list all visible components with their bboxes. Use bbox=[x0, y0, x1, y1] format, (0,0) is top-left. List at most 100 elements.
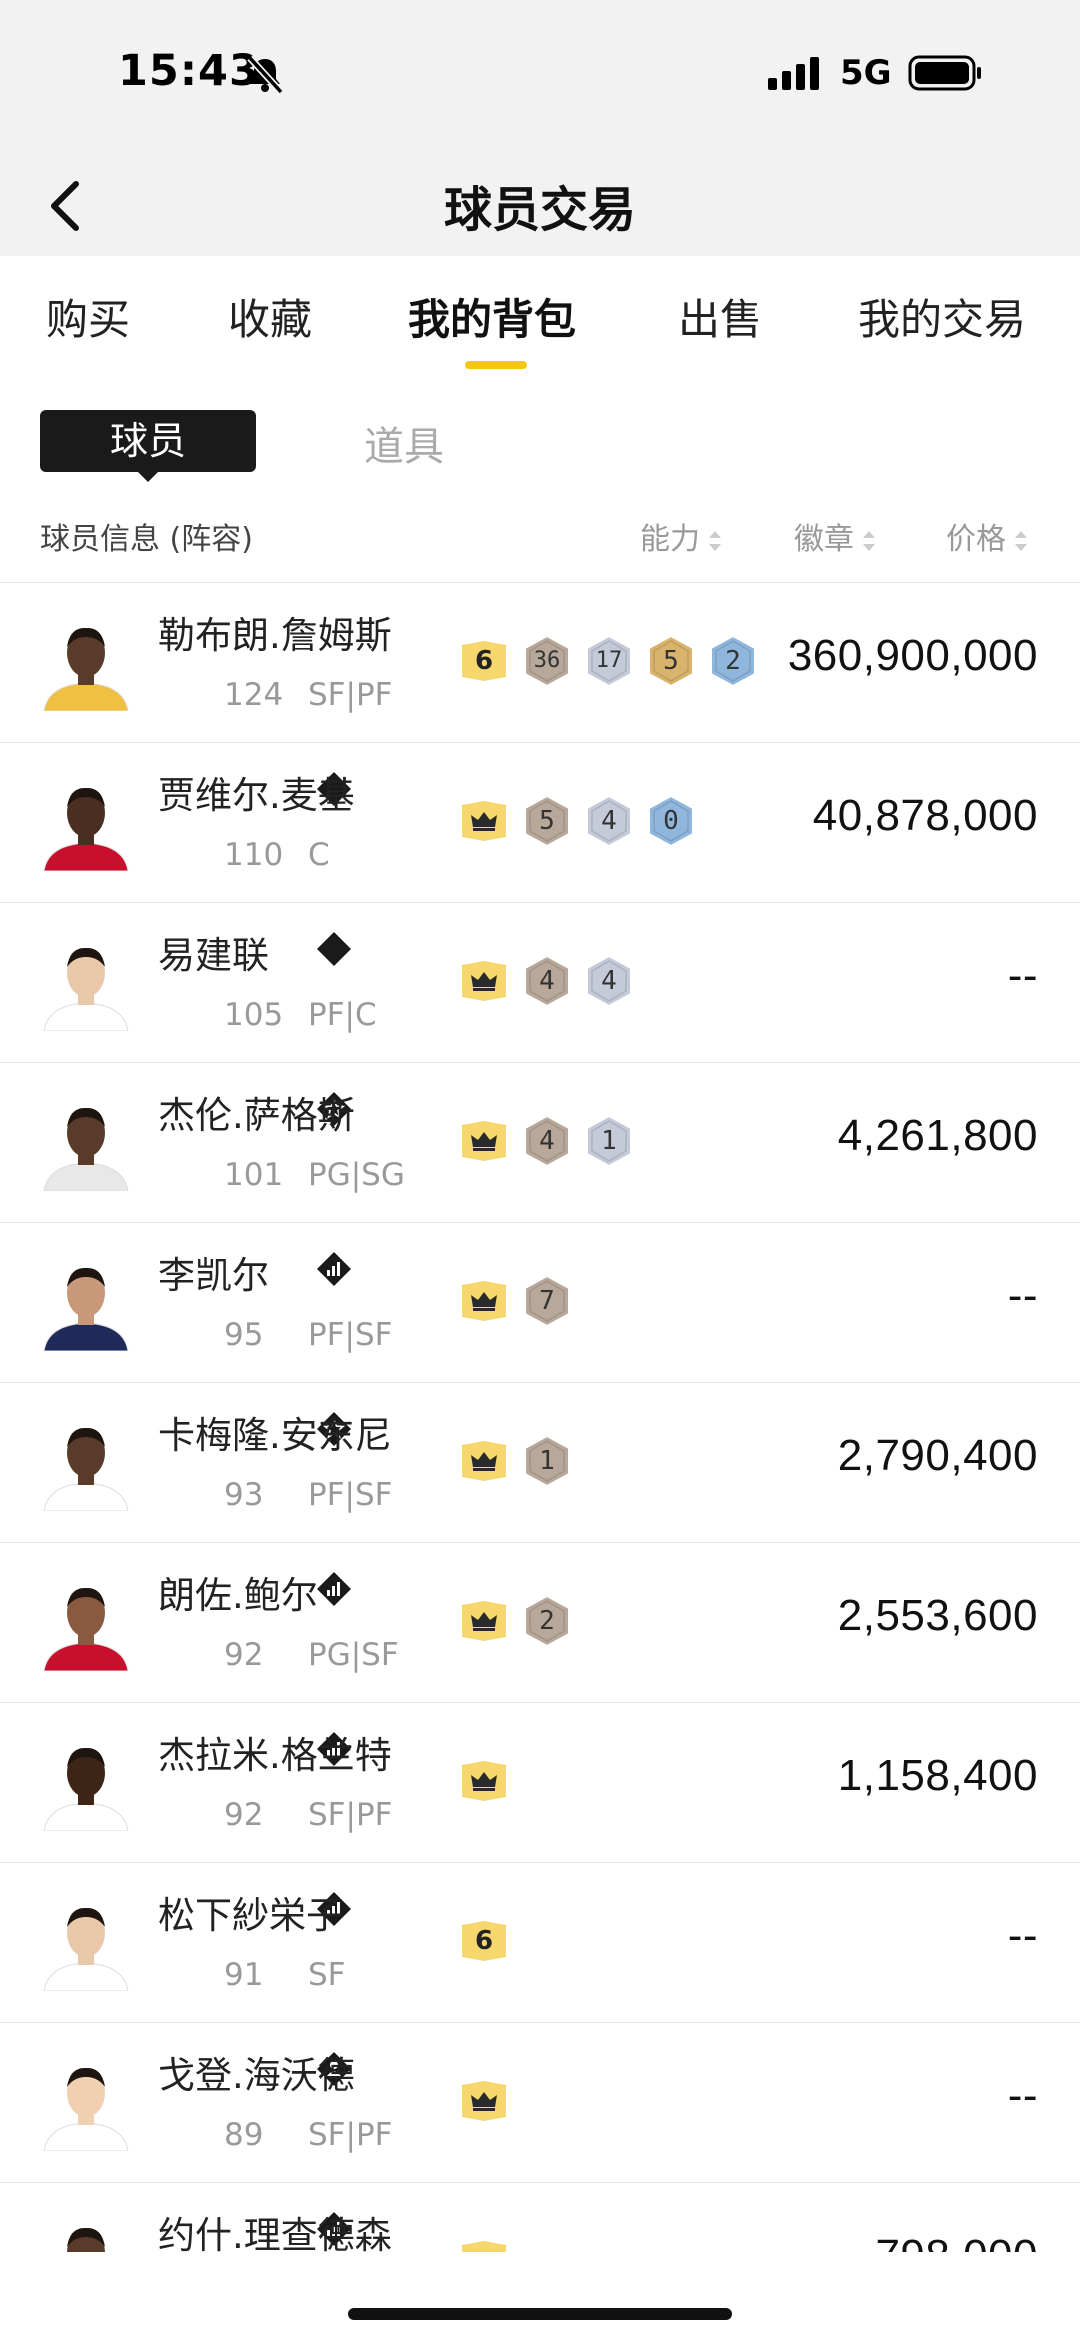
segment-items[interactable]: 道具 bbox=[364, 414, 444, 472]
badge-count: 7 bbox=[539, 1286, 555, 1316]
sort-ability[interactable]: 能力 bbox=[640, 514, 724, 558]
player-avatar bbox=[43, 1907, 129, 1991]
badge-group bbox=[458, 2071, 510, 2131]
tab-bar: 购买 收藏 我的背包 出售 我的交易 bbox=[0, 256, 1080, 386]
badge-group: 41 bbox=[458, 1111, 634, 1171]
sort-price[interactable]: 价格 bbox=[946, 514, 1030, 558]
badge-count: 4 bbox=[601, 966, 617, 996]
player-position: PG|SF bbox=[308, 1637, 399, 1673]
sort-price-label: 价格 bbox=[946, 522, 1006, 557]
player-price: 2,553,600 bbox=[837, 1591, 1038, 1640]
badge-count-hex: 4 bbox=[522, 954, 572, 1008]
column-player-info: 球员信息 (阵容) bbox=[40, 514, 253, 558]
sort-arrows-icon bbox=[863, 530, 875, 551]
signal-icon bbox=[768, 57, 819, 90]
tab-sell[interactable]: 出售 bbox=[678, 286, 762, 347]
player-row[interactable]: 约什.理查德森 798,000 bbox=[0, 2183, 1080, 2252]
player-overall: 91 bbox=[224, 1957, 264, 1993]
crown-level-icon bbox=[462, 1441, 506, 1481]
badge-count: 5 bbox=[539, 806, 555, 836]
crown-level-icon bbox=[462, 2241, 506, 2252]
status-bar: 15:43 5G bbox=[0, 0, 1080, 150]
status-time: 15:43 bbox=[118, 46, 260, 96]
player-row[interactable]: 松下紗栄子 91 SF 6 -- bbox=[0, 1863, 1080, 2086]
badge-group: 5 4 0 bbox=[458, 791, 696, 851]
player-position: C bbox=[308, 837, 330, 873]
tier-badge bbox=[158, 1637, 351, 1766]
player-overall: 95 bbox=[224, 1317, 264, 1353]
player-row[interactable]: 易建联 105 PF|C 4 4 -- bbox=[0, 903, 1080, 1126]
badge-count-hex: 4 bbox=[522, 1114, 572, 1168]
badge-count: 0 bbox=[663, 806, 679, 836]
tab-my-backpack[interactable]: 我的背包 bbox=[408, 286, 576, 347]
sort-badge-label: 徽章 bbox=[794, 522, 854, 557]
player-price: 798,000 bbox=[875, 2231, 1038, 2252]
badge-count-hex: 7 bbox=[522, 1274, 572, 1328]
player-row[interactable]: 杰伦.萨格斯 101 PG|SG 4 1 4,261,800 bbox=[0, 1063, 1080, 1286]
player-name: 易建联 bbox=[158, 934, 269, 977]
tier-badge bbox=[158, 1317, 351, 1446]
tab-buy[interactable]: 购买 bbox=[46, 286, 130, 347]
player-overall: 93 bbox=[224, 1477, 264, 1513]
network-label: 5G bbox=[840, 53, 892, 93]
player-name: 勒布朗.詹姆斯 bbox=[158, 614, 392, 657]
segment-pointer bbox=[136, 470, 160, 482]
player-name: 约什.理查德森 bbox=[158, 2214, 392, 2252]
sort-badge[interactable]: 徽章 bbox=[794, 514, 878, 558]
badge-count: 4 bbox=[539, 1126, 555, 1156]
badge-group: 6 36 17 5 2 bbox=[458, 631, 758, 691]
player-price: 360,900,000 bbox=[787, 631, 1038, 680]
sort-ability-label: 能力 bbox=[640, 522, 700, 557]
badge-count: 4 bbox=[601, 806, 617, 836]
player-name: 杰伦.萨格斯 bbox=[158, 1094, 355, 1137]
badge-count-hex: 1 bbox=[584, 1114, 634, 1168]
player-position: SF|PF bbox=[308, 2117, 393, 2153]
player-row[interactable]: 朗佐.鲍尔 92 PG|SF 2 2,553,600 bbox=[0, 1543, 1080, 1766]
badge-count-hex: 2 bbox=[708, 634, 758, 688]
badge-count-hex: 5 bbox=[522, 794, 572, 848]
player-position: PG|SG bbox=[308, 1157, 405, 1193]
badge-count: 1 bbox=[539, 1446, 555, 1476]
player-overall: 92 bbox=[224, 1637, 264, 1673]
sort-arrows-icon bbox=[1015, 530, 1027, 551]
segment-players[interactable]: 球员 bbox=[40, 410, 256, 472]
crown-level-icon bbox=[462, 1601, 506, 1641]
player-row[interactable]: 卡梅隆.安东尼 93 PF|SF 1 2,790,400 bbox=[0, 1383, 1080, 1606]
player-avatar bbox=[43, 627, 129, 711]
mute-bell-icon bbox=[247, 55, 284, 95]
badge-group: 1 bbox=[458, 1431, 572, 1491]
player-list: 勒布朗.詹姆斯 15 124 SF|PF 6 36 17 5 2 360,900,000 贾维尔.麦… bbox=[0, 582, 1080, 2252]
player-avatar bbox=[43, 1747, 129, 1831]
tier-badge: 10 bbox=[158, 837, 351, 966]
player-row[interactable]: 杰拉米.格兰特 92 SF|PF 1,158,400 bbox=[0, 1703, 1080, 1926]
player-row[interactable]: 贾维尔.麦基 10 110 C 5 4 0 40,878,000 bbox=[0, 743, 1080, 966]
tab-favorites[interactable]: 收藏 bbox=[228, 286, 312, 347]
badge-count-hex: 5 bbox=[646, 634, 696, 688]
player-row[interactable]: 勒布朗.詹姆斯 15 124 SF|PF 6 36 17 5 2 360,900,000 bbox=[0, 583, 1080, 806]
badge-count: 17 bbox=[595, 648, 623, 673]
player-price: 2,790,400 bbox=[837, 1431, 1038, 1480]
badge-count: 2 bbox=[539, 1606, 555, 1636]
player-name: 卡梅隆.安东尼 bbox=[158, 1414, 392, 1457]
player-avatar bbox=[43, 1587, 129, 1671]
tier-badge: 15 bbox=[158, 677, 351, 806]
player-overall: 92 bbox=[224, 1797, 264, 1833]
crown-level-icon bbox=[462, 1281, 506, 1321]
player-row[interactable]: 李凯尔 95 PF|SF 7 -- bbox=[0, 1223, 1080, 1446]
badge-count-hex: 2 bbox=[522, 1594, 572, 1648]
tier-number: 10 bbox=[166, 847, 186, 862]
level-value: 6 bbox=[474, 646, 494, 676]
badge-count-hex: 4 bbox=[584, 794, 634, 848]
tab-my-trades[interactable]: 我的交易 bbox=[858, 286, 1026, 347]
home-indicator[interactable] bbox=[348, 2308, 732, 2320]
player-avatar bbox=[67, 2227, 105, 2252]
player-position: PF|C bbox=[308, 997, 377, 1033]
player-row[interactable]: 戈登.海沃德 89 SF|PF -- bbox=[0, 2023, 1080, 2246]
badge-group: 44 bbox=[458, 951, 634, 1011]
badge-count-hex: 0 bbox=[646, 794, 696, 848]
active-tab-indicator bbox=[465, 361, 527, 369]
player-overall: 110 bbox=[224, 837, 284, 873]
level-badge: 6 bbox=[458, 639, 510, 683]
player-name: 松下紗栄子 bbox=[158, 1894, 343, 1937]
badge-count: 1 bbox=[601, 1126, 617, 1156]
